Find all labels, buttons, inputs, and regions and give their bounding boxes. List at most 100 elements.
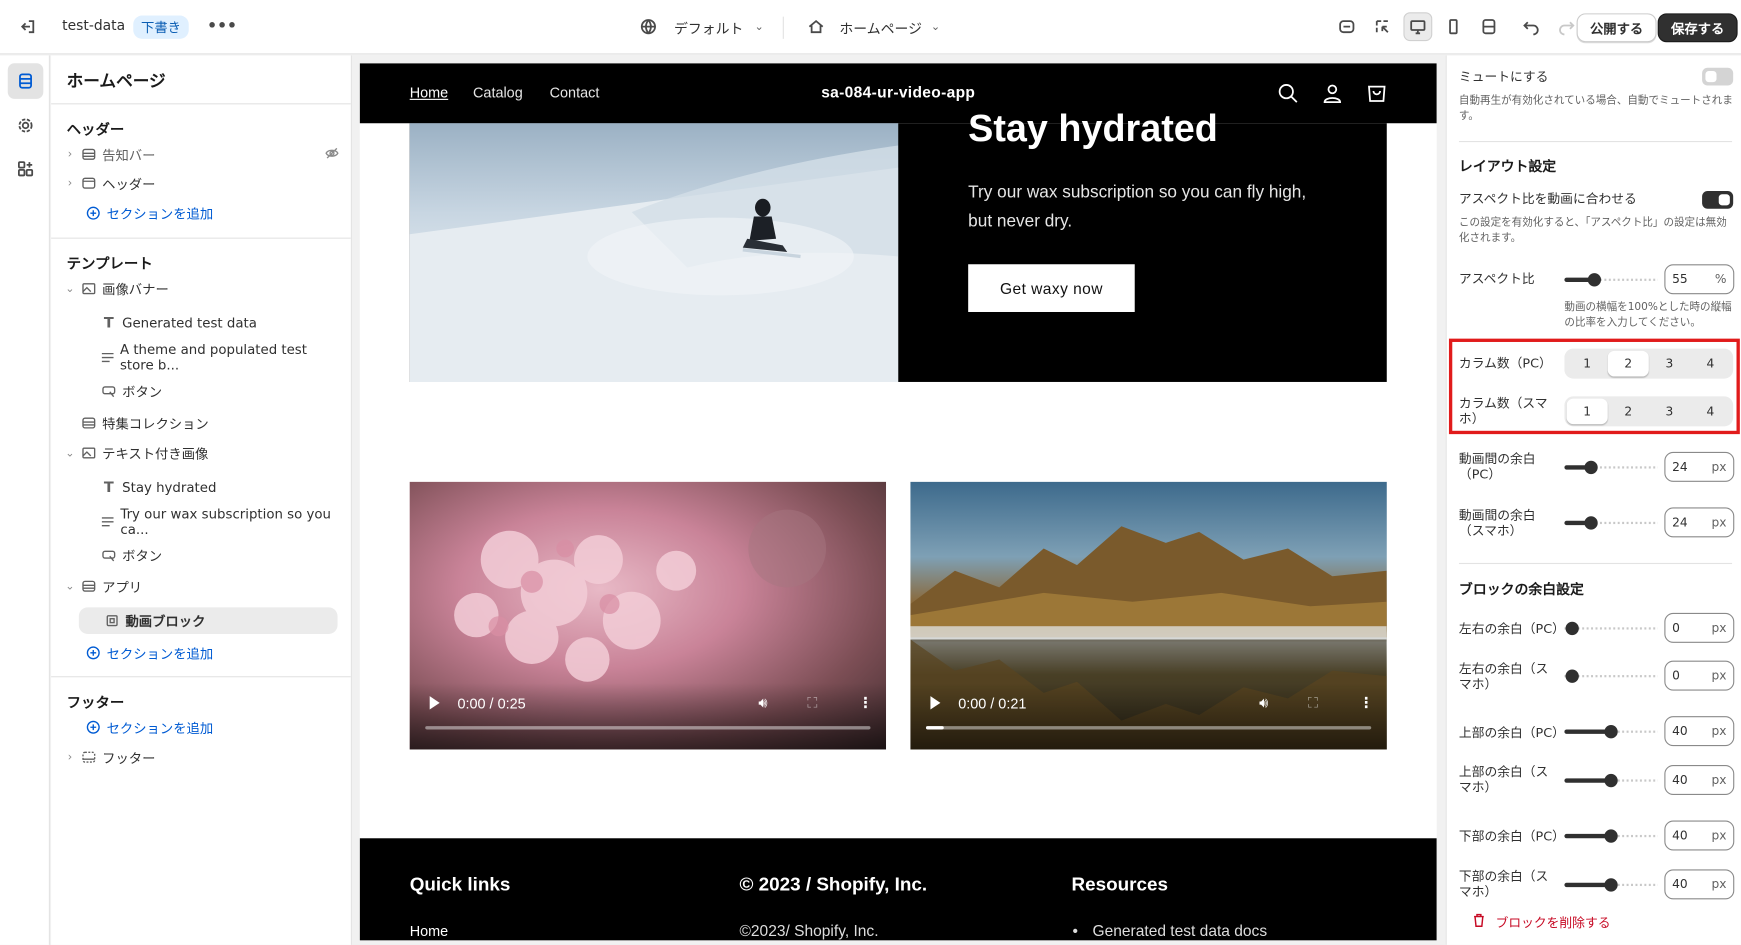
chevron-down-icon: ⌄: [65, 282, 75, 295]
top-pc-slider[interactable]: [1564, 723, 1658, 741]
fit-aspect-toggle[interactable]: [1702, 190, 1734, 209]
settings-gear-icon[interactable]: [8, 108, 44, 144]
footer-link-home[interactable]: Home: [410, 923, 449, 940]
plus-circle-icon: [84, 204, 102, 222]
video-progress-bar[interactable]: [925, 726, 1372, 730]
add-section-label: セクションを追加: [106, 720, 214, 736]
gap-sp-input[interactable]: 24 px: [1664, 507, 1735, 538]
sidebar-item-label: 画像バナー: [102, 281, 169, 298]
theme-select[interactable]: デフォルト ⌄: [634, 12, 764, 41]
undo-icon[interactable]: [1517, 12, 1546, 41]
sidebar-item-block[interactable]: T Generated test data: [98, 310, 340, 337]
lr-sp-slider[interactable]: [1564, 667, 1658, 685]
eye-hidden-icon[interactable]: [324, 145, 340, 164]
hero-text: Try our wax subscription so you can fly …: [968, 183, 1307, 231]
header-group-heading: ヘッダー: [66, 122, 125, 139]
add-section-footer[interactable]: セクションを追加: [82, 714, 340, 741]
paragraph-icon: [100, 349, 116, 367]
select-element-icon[interactable]: [1368, 12, 1397, 41]
top-sp-slider[interactable]: [1564, 772, 1658, 790]
volume-icon[interactable]: 🔊︎: [1259, 695, 1268, 712]
aspect-ratio-input[interactable]: 55%: [1664, 264, 1735, 295]
video-player[interactable]: 0:00 / 0:21 🔊︎ ⛶ ⋮: [910, 481, 1387, 750]
delete-block-button[interactable]: ブロックを削除する: [1471, 913, 1610, 932]
sidebar-item-image-banner[interactable]: ⌄ 画像バナー: [62, 275, 340, 302]
top-sp-input[interactable]: 40 px: [1664, 764, 1735, 795]
settings-panel: ミュートにする 自動再生が有効化されている場合、自動でミュートされます。 レイア…: [1445, 55, 1741, 945]
add-section-template[interactable]: セクションを追加: [82, 640, 340, 667]
video-progress-bar[interactable]: [425, 726, 871, 730]
footer-link-docs[interactable]: • Generated test data docs: [1073, 922, 1268, 940]
fullscreen-icon[interactable]: ⛶: [1308, 695, 1318, 712]
lr-pc-slider[interactable]: [1564, 620, 1658, 638]
more-menu-button[interactable]: •••: [207, 12, 237, 41]
sidebar-item-block[interactable]: Try our wax subscription so you ca...: [98, 506, 340, 537]
chevron-down-icon: ⌄: [754, 20, 764, 33]
lr-pc-input[interactable]: 0 px: [1664, 612, 1735, 643]
mobile-view-icon[interactable]: [1439, 12, 1468, 41]
bottom-sp-input[interactable]: 40 px: [1664, 869, 1735, 900]
add-section-label: セクションを追加: [106, 205, 214, 222]
cart-icon[interactable]: [1366, 82, 1388, 109]
publish-button[interactable]: 公開する: [1576, 13, 1657, 43]
aspect-ratio-slider[interactable]: [1564, 271, 1658, 289]
mute-label: ミュートにする: [1458, 68, 1549, 85]
app-block-icon: [103, 612, 121, 630]
sidebar-item-image-with-text[interactable]: ⌄ テキスト付き画像: [62, 440, 340, 467]
mute-toggle[interactable]: [1702, 67, 1734, 86]
section-icon: [80, 577, 98, 595]
sidebar-item-footer[interactable]: › フッター: [62, 744, 340, 771]
text-icon: T: [103, 479, 114, 496]
bottom-pc-slider[interactable]: [1564, 827, 1658, 845]
hero-cta-button[interactable]: Get waxy now: [968, 264, 1135, 312]
section-icon: [80, 145, 98, 163]
play-icon[interactable]: [429, 696, 440, 710]
gap-pc-slider[interactable]: [1564, 459, 1658, 477]
sidebar-item-block[interactable]: ボタン: [98, 378, 340, 405]
sidebar-item-featured-collection[interactable]: 特集コレクション: [78, 410, 340, 437]
inspector-icon[interactable]: [1332, 12, 1361, 41]
fullscreen-view-icon[interactable]: [1474, 12, 1503, 41]
gap-pc-label: 動画間の余白（PC）: [1458, 450, 1536, 482]
top-pc-input[interactable]: 40 px: [1664, 716, 1735, 747]
add-section-header[interactable]: セクションを追加: [82, 200, 340, 227]
fullscreen-icon[interactable]: ⛶: [807, 695, 817, 712]
sections-icon[interactable]: [7, 63, 44, 99]
page-select[interactable]: ホームページ ⌄: [802, 12, 941, 41]
sidebar-item-label: Generated test data: [122, 315, 257, 331]
trash-icon: [1471, 913, 1487, 932]
sidebar-item-video-block[interactable]: 動画ブロック: [78, 607, 338, 634]
sidebar-item-block[interactable]: A theme and populated test store b...: [98, 342, 340, 373]
video-time: 0:00 / 0:21: [958, 695, 1027, 712]
sidebar-item-apps[interactable]: ⌄ アプリ: [62, 573, 340, 600]
save-button[interactable]: 保存する: [1657, 13, 1738, 43]
video-player[interactable]: 0:00 / 0:25 🔊︎ ⛶ ⋮: [409, 481, 887, 750]
sidebar-item-block[interactable]: T Stay hydrated: [98, 474, 340, 501]
apps-icon[interactable]: [8, 151, 44, 187]
gap-sp-slider[interactable]: [1564, 514, 1658, 532]
sidebar-item-label: Stay hydrated: [122, 479, 217, 496]
store-title[interactable]: sa-084-ur-video-app: [360, 83, 1437, 101]
chevron-down-icon: ⌄: [930, 20, 941, 33]
sidebar-item-header[interactable]: › ヘッダー: [62, 170, 340, 197]
volume-icon[interactable]: 🔊︎: [758, 695, 767, 712]
bottom-sp-slider[interactable]: [1564, 876, 1658, 894]
bottom-pc-input[interactable]: 40 px: [1664, 820, 1735, 851]
more-options-icon[interactable]: ⋮: [1359, 695, 1373, 712]
lr-sp-input[interactable]: 0 px: [1664, 660, 1735, 691]
sidebar-item-announcement[interactable]: › 告知バー: [62, 141, 340, 168]
sidebar-item-block[interactable]: ボタン: [98, 542, 340, 569]
globe-icon: [634, 12, 663, 41]
divider: [1458, 562, 1733, 565]
exit-button[interactable]: [13, 12, 42, 41]
fit-aspect-hint: この設定を有効化すると、「アスペクト比」の設定は無効化されます。: [1458, 216, 1727, 245]
video-progress-fill: [925, 726, 944, 730]
account-icon[interactable]: [1321, 82, 1343, 109]
section-icon: [80, 174, 98, 192]
top-bar: test-data 下書き ••• デフォルト ⌄ ホームページ ⌄ 公開する: [0, 0, 1741, 55]
more-options-icon[interactable]: ⋮: [858, 695, 872, 712]
play-icon[interactable]: [930, 696, 941, 710]
search-icon[interactable]: [1277, 82, 1299, 109]
desktop-view-icon[interactable]: [1403, 12, 1433, 42]
gap-pc-input[interactable]: 24 px: [1664, 451, 1735, 482]
